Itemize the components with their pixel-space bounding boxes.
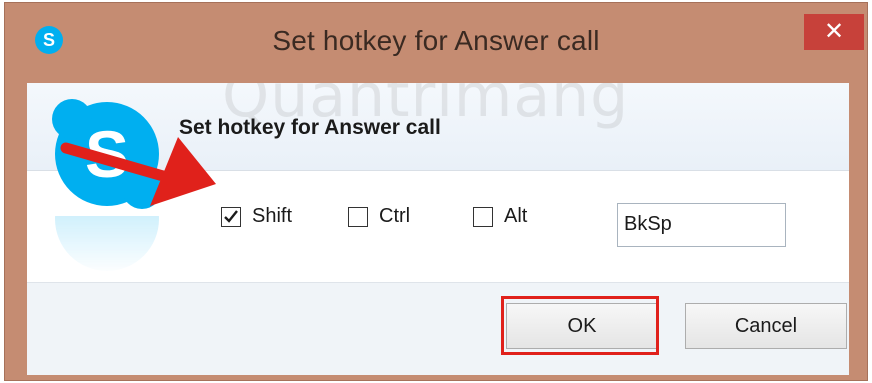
ctrl-checkbox[interactable]: Ctrl [348,205,410,228]
cancel-button[interactable]: Cancel [685,303,847,349]
dialog-client-area: Quantrimang S Set hotkey for Answer call… [27,83,849,375]
shift-checkbox[interactable]: Shift [221,205,292,228]
ctrl-label: Ctrl [379,205,411,227]
skype-logo-reflection [55,216,159,271]
hotkey-dialog-window: S Set hotkey for Answer call ✕ Quantrima… [4,2,868,381]
checkbox-box[interactable] [221,206,241,227]
hotkey-key-field[interactable]: BkSp [617,203,786,247]
checkmark-icon [224,209,238,223]
ok-button[interactable]: OK [506,303,658,349]
skype-logo-icon: S [52,99,162,209]
alt-label: Alt [504,205,528,227]
window-title: Set hotkey for Answer call [272,25,600,56]
svg-text:S: S [85,117,129,191]
title-bar[interactable]: S Set hotkey for Answer call ✕ [5,3,867,83]
alt-checkbox[interactable]: Alt [473,205,527,228]
checkbox-box[interactable] [348,206,368,227]
checkbox-box[interactable] [473,206,493,227]
close-icon: ✕ [823,18,845,45]
close-button[interactable]: ✕ [804,14,864,50]
dialog-footer: OK Cancel [27,282,849,375]
shift-label: Shift [252,205,293,227]
dialog-heading: Set hotkey for Answer call [179,116,441,139]
